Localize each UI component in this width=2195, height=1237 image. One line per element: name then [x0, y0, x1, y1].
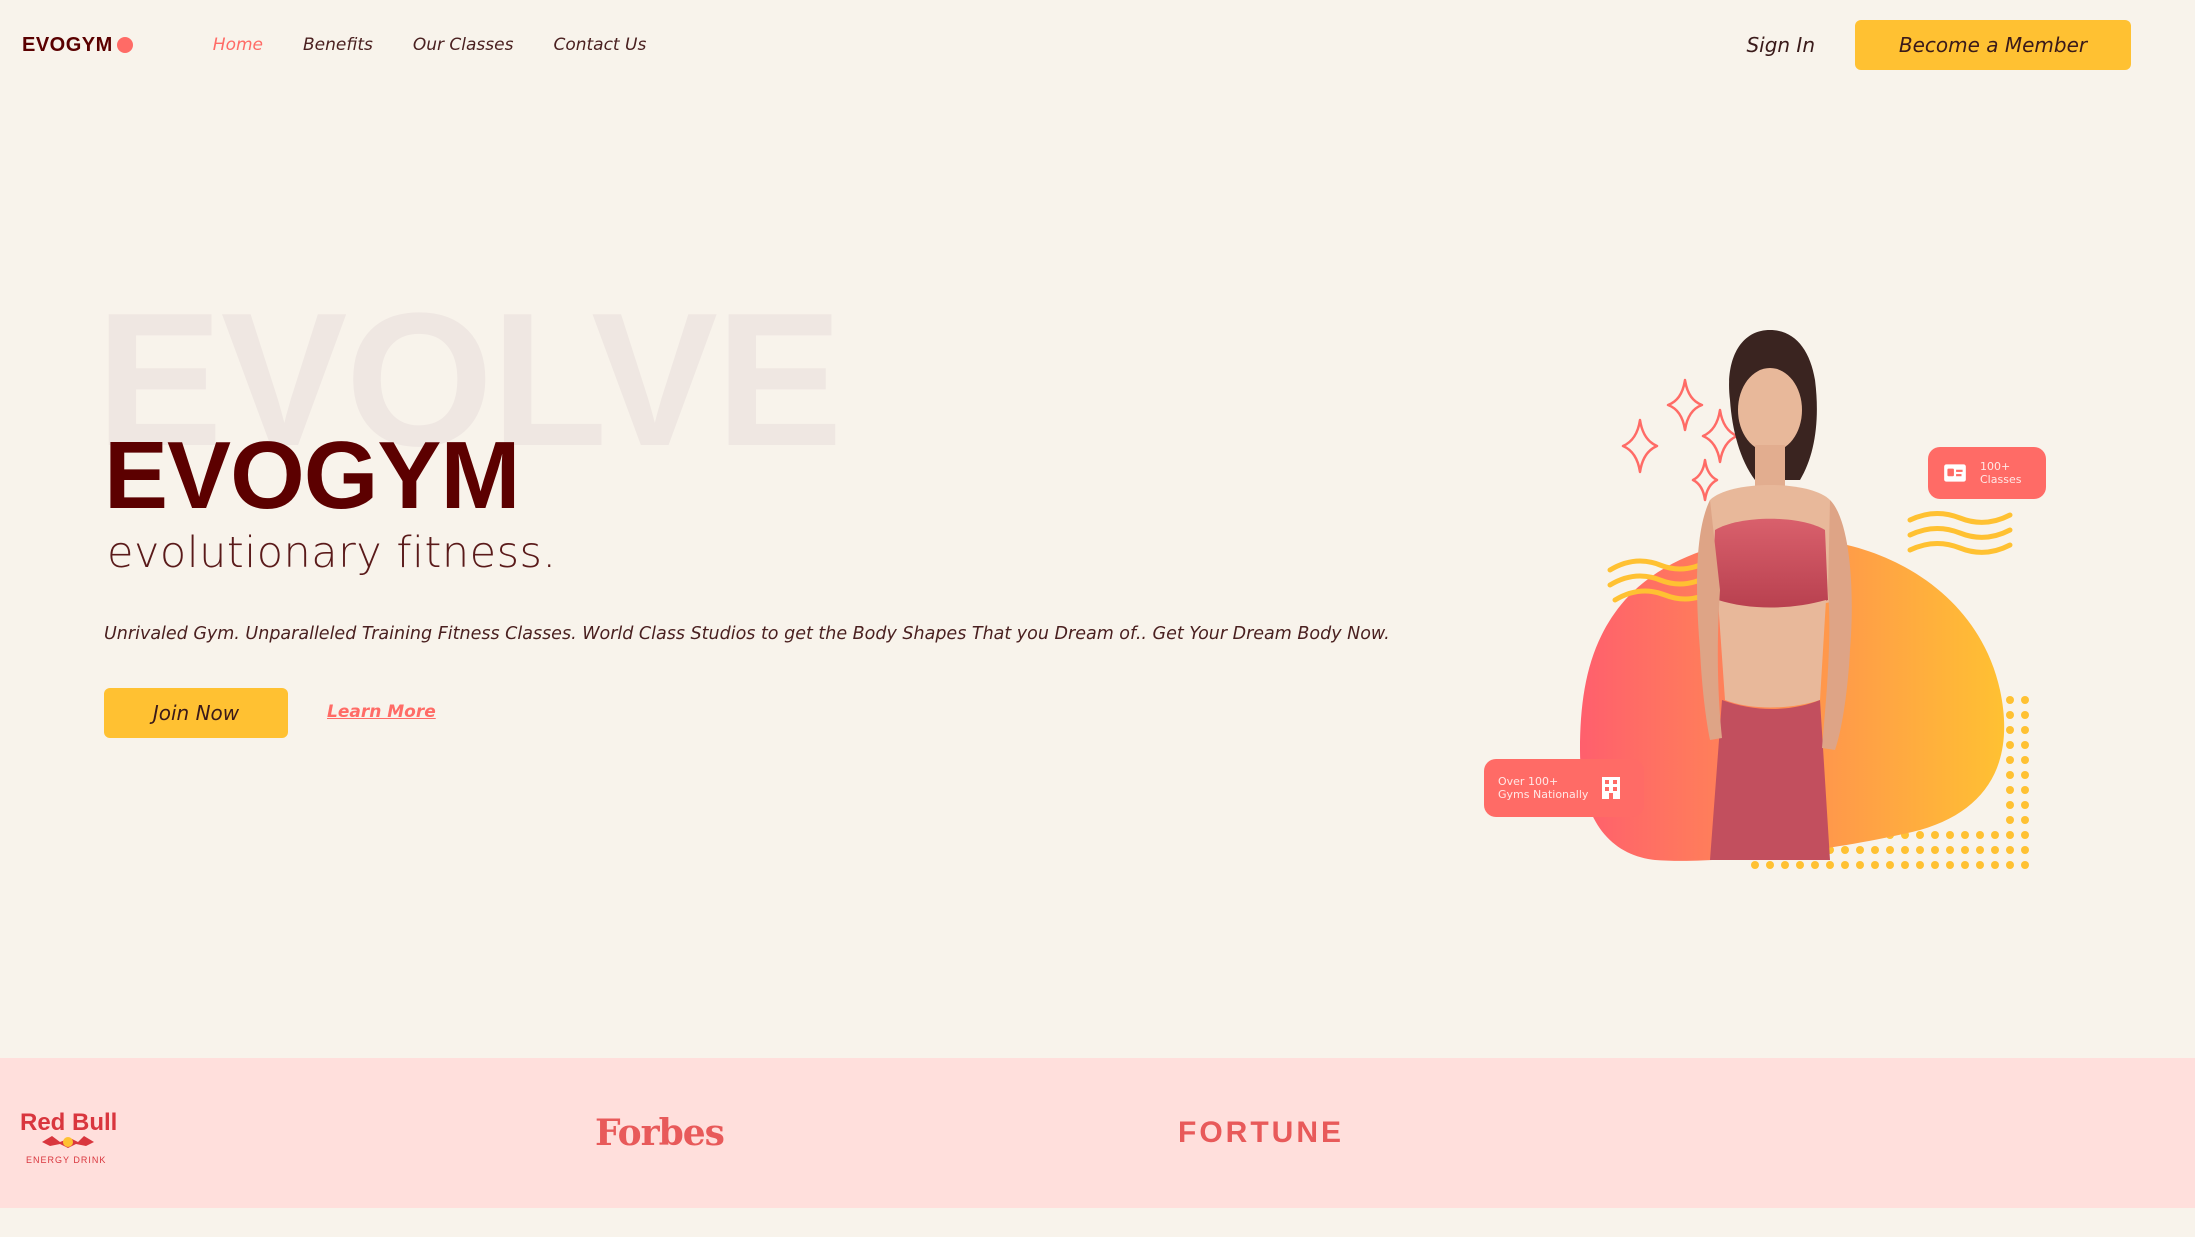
join-now-button[interactable]: Join Now — [104, 688, 288, 738]
become-member-button[interactable]: Become a Member — [1855, 20, 2131, 70]
nav-link-contact-us[interactable]: Contact Us — [553, 35, 646, 55]
redbull-logo: Red Bull ENERGY DRINK — [20, 1109, 117, 1165]
stat-gyms-line1: Over 100+ — [1498, 774, 1559, 788]
stat-card-gyms: Over 100+ Gyms Nationally — [1484, 759, 1644, 817]
hero-subtitle: evolutionary fitness. — [107, 528, 557, 578]
sponsors-bar: Red Bull ENERGY DRINK Forbes FORTUNE — [0, 1058, 2195, 1208]
hero-description: Unrivaled Gym. Unparalleled Training Fit… — [104, 624, 1390, 644]
navbar: EVOGYM Home Benefits Our Classes Contact… — [0, 0, 2195, 90]
hero-graphic: 100+ Classes Over 100+ Gyms Nationally — [1470, 270, 2090, 920]
sponsor-fortune: FORTUNE — [1178, 1116, 1344, 1149]
stat-card-classes: 100+ Classes — [1928, 447, 2046, 499]
logo-text: EVOGYM — [22, 33, 113, 56]
stat-classes-line1: 100+ — [1980, 459, 2011, 473]
sponsor-redbull: Red Bull ENERGY DRINK — [20, 1108, 120, 1172]
stat-text-classes: 100+ Classes — [1980, 460, 2021, 486]
logo[interactable]: EVOGYM — [22, 34, 133, 57]
nav-right: Sign In Become a Member — [1746, 20, 2131, 70]
sparkle-icons — [1621, 378, 1739, 502]
redbull-name: Red Bull — [20, 1109, 117, 1136]
id-card-icon — [1944, 464, 1966, 482]
hero-title: EVOGYM — [104, 422, 520, 529]
nav-link-home[interactable]: Home — [213, 35, 263, 55]
nav-link-benefits[interactable]: Benefits — [303, 35, 373, 55]
wavy-lines-right — [1907, 511, 2013, 555]
logo-dot-icon — [116, 37, 133, 53]
building-icon — [1602, 777, 1621, 799]
stat-gyms-line2: Gyms Nationally — [1498, 788, 1589, 801]
nav-link-our-classes[interactable]: Our Classes — [413, 35, 514, 55]
stat-classes-line2: Classes — [1980, 473, 2022, 486]
sponsor-forbes: Forbes — [595, 1112, 725, 1154]
stat-text-gyms: Over 100+ Gyms Nationally — [1498, 775, 1588, 801]
nav-links: Home Benefits Our Classes Contact Us — [213, 35, 647, 55]
learn-more-link[interactable]: Learn More — [327, 702, 436, 722]
hero-illustration — [1580, 330, 2029, 869]
sign-in-link[interactable]: Sign In — [1746, 33, 1815, 57]
redbull-tagline: ENERGY DRINK — [26, 1155, 106, 1165]
